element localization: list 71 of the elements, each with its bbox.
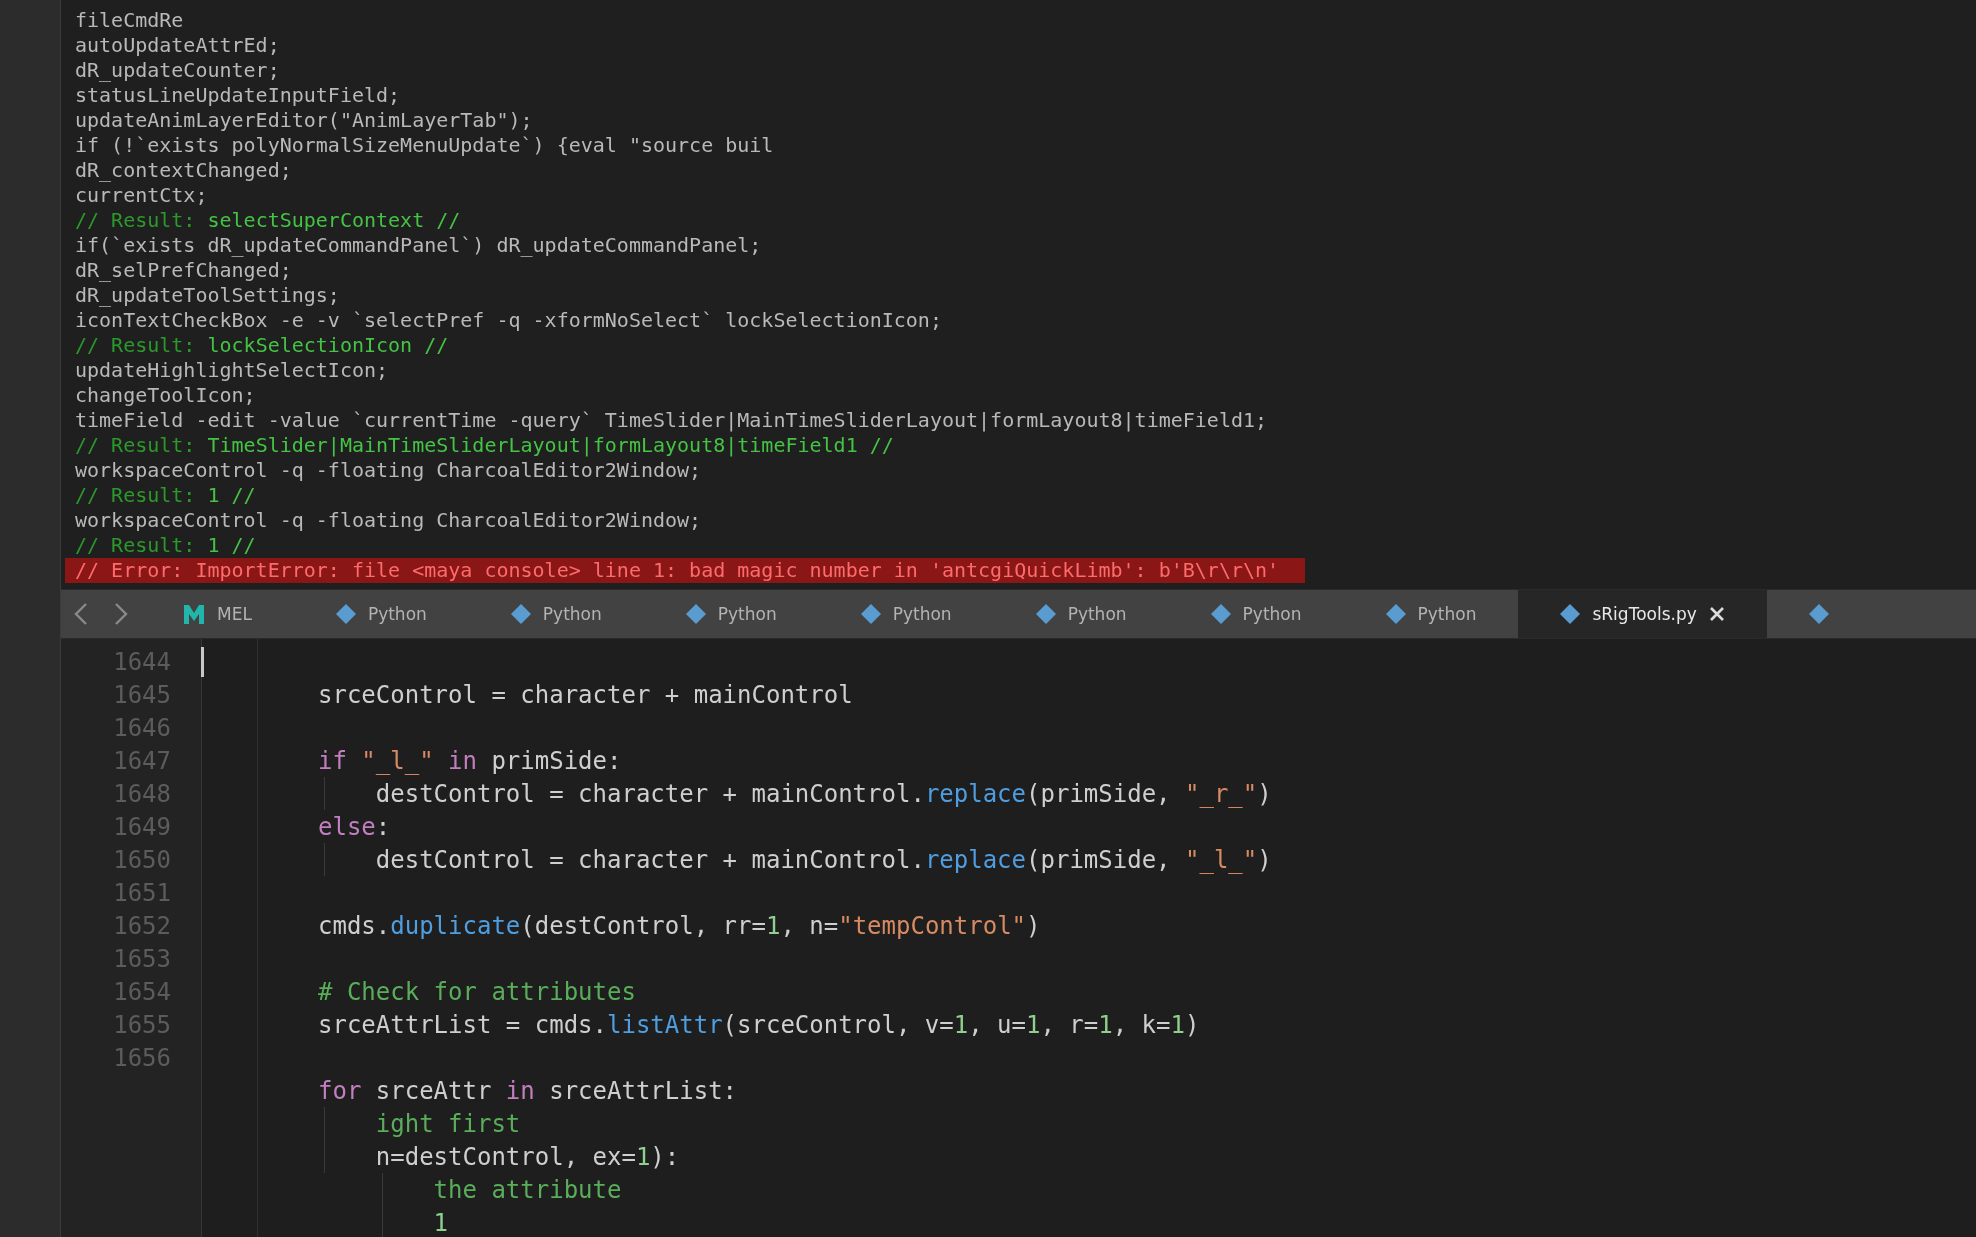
- history-line: fileCmdRe: [75, 8, 184, 32]
- history-line: currentCtx;: [75, 183, 208, 207]
- error-message: // Error: ImportError: file <maya console> line 1: bad magic number in 'antcgiQuickLimb': b'B\r\r\n': [65, 558, 1306, 583]
- tab[interactable]: Python: [818, 590, 994, 638]
- line-number: 1645: [113, 680, 171, 709]
- code-line: ight first: [375, 1109, 521, 1138]
- history-line: workspaceControl -q -floating CharcoalEditor2Window;: [75, 458, 702, 482]
- logo-icon: [183, 603, 205, 625]
- history-line: changeToolIcon;: [75, 383, 256, 407]
- tab[interactable]: Python: [468, 590, 644, 638]
- code-line: the attribute: [433, 1175, 622, 1204]
- chevron-left-icon: [74, 602, 88, 626]
- chevron-right-icon: [114, 602, 128, 626]
- diamond-icon: [860, 604, 881, 624]
- tab[interactable]: Python: [293, 590, 469, 638]
- diamond-icon: [1385, 604, 1406, 624]
- line-number: 1651: [113, 878, 171, 907]
- diamond-icon: [685, 604, 706, 624]
- history-line: dR_updateCounter;: [75, 58, 280, 82]
- diamond-icon: [1808, 604, 1829, 624]
- tab[interactable]: Python: [1168, 590, 1344, 638]
- history-line: autoUpdateAttrEd;: [75, 33, 280, 57]
- tab[interactable]: Python: [1343, 590, 1519, 638]
- result-line: // Result: 1 //: [75, 483, 256, 507]
- code-line: srceControl = character + mainControl: [318, 680, 853, 709]
- code-line: 1: [433, 1208, 449, 1237]
- close-icon[interactable]: [1708, 606, 1725, 622]
- tab[interactable]: Python: [993, 590, 1169, 638]
- history-line: updateAnimLayerEditor("AnimLayerTab");: [75, 108, 533, 132]
- result-line: // Result: 1 //: [75, 533, 256, 557]
- history-line: updateHighlightSelectIcon;: [75, 358, 389, 382]
- code-line: for srceAttr in srceAttrList:: [318, 1076, 738, 1105]
- line-number: 1648: [113, 779, 171, 808]
- line-number: 1647: [113, 746, 171, 775]
- line-number: 1644: [113, 647, 171, 676]
- history-line: dR_contextChanged;: [75, 158, 292, 182]
- history-line: iconTextCheckBox -e -v `selectPref -q -xformNoSelect` lockSelectionIcon;: [75, 308, 942, 332]
- line-number: 1652: [113, 911, 171, 940]
- line-number: 1649: [113, 812, 171, 841]
- history-line: timeField -edit -value `currentTime -query` TimeSlider|MainTimeSliderLayout|formLayout8|timeField1;: [75, 408, 1268, 432]
- tab[interactable]: Python: [643, 590, 819, 638]
- diamond-icon: [335, 604, 356, 624]
- line-number: 1653: [113, 944, 171, 973]
- diamond-icon: [1035, 604, 1056, 624]
- line-number: 1646: [113, 713, 171, 742]
- diamond-icon: [510, 604, 531, 624]
- line-number: 1654: [113, 977, 171, 1006]
- result-line: // Result: TimeSlider|MainTimeSliderLayout|formLayout8|timeField1 //: [75, 433, 894, 457]
- code-line: if "_l_" in primSide:: [318, 746, 622, 775]
- diamond-icon: [1560, 604, 1581, 624]
- tab[interactable]: MEL: [141, 590, 294, 638]
- code-line: destControl = character + mainControl.replace(primSide, "_r_"): [375, 779, 1272, 808]
- code-line: srceAttrList = cmds.listAttr(srceControl, v=1, u=1, r=1, k=1): [318, 1010, 1200, 1039]
- history-line: dR_updateToolSettings;: [75, 283, 340, 307]
- line-number: 1656: [113, 1043, 171, 1072]
- code-line: n=destControl, ex=1):: [375, 1142, 680, 1171]
- line-number: 1650: [113, 845, 171, 874]
- tab[interactable]: sRigTools.py: [1518, 590, 1767, 638]
- history-line: if (!`exists polyNormalSizeMenuUpdate`) {eval "source buil: [75, 133, 774, 157]
- result-line: // Result: selectSuperContext //: [75, 208, 461, 232]
- code-line: else:: [318, 812, 391, 841]
- history-line: workspaceControl -q -floating CharcoalEditor2Window;: [75, 508, 702, 532]
- result-line: // Result: lockSelectionIcon //: [75, 333, 449, 357]
- diamond-icon: [1210, 604, 1231, 624]
- code-line: destControl = character + mainControl.replace(primSide, "_l_"): [375, 845, 1272, 874]
- code-line: cmds.duplicate(destControl, rr=1, n="tempControl"): [318, 911, 1041, 940]
- code-line: # Check for attributes: [318, 977, 636, 1006]
- history-line: if(`exists dR_updateCommandPanel`) dR_updateCommandPanel;: [75, 233, 762, 257]
- history-line: statusLineUpdateInputField;: [75, 83, 401, 107]
- history-line: dR_selPrefChanged;: [75, 258, 292, 282]
- line-number: 1655: [113, 1010, 171, 1039]
